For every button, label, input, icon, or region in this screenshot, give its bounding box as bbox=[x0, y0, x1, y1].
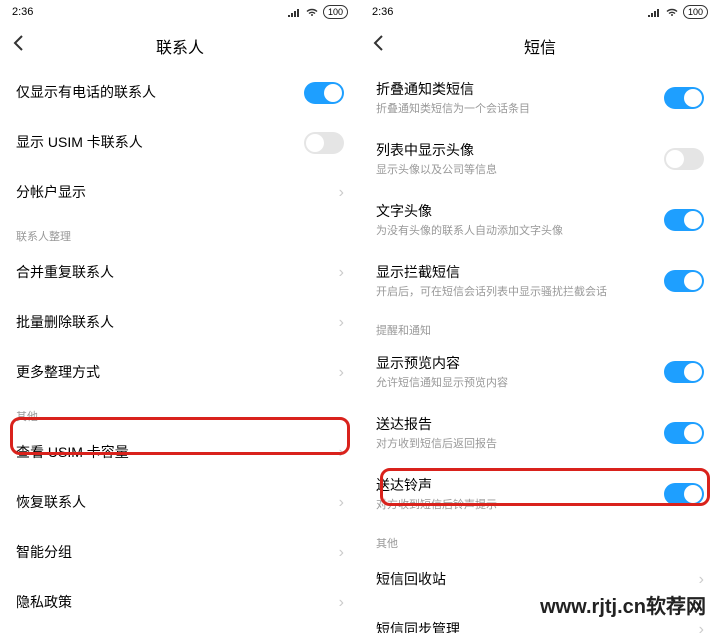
row-sublabel: 显示头像以及公司等信息 bbox=[376, 163, 664, 178]
toggle-delivery-sound[interactable] bbox=[664, 483, 704, 505]
section-header-other: 其他 bbox=[0, 398, 360, 428]
toggle-show-usim-contacts[interactable] bbox=[304, 132, 344, 154]
toggle-show-blocked-sms[interactable] bbox=[664, 270, 704, 292]
signal-icon bbox=[647, 7, 661, 17]
row-label: 短信回收站 bbox=[376, 570, 699, 590]
toggle-show-phone-contacts[interactable] bbox=[304, 82, 344, 104]
content-scroll[interactable]: 仅显示有电话的联系人 显示 USIM 卡联系人 分帐户显示 › 联系人整理 合并… bbox=[0, 68, 360, 633]
chevron-right-icon: › bbox=[339, 364, 344, 382]
wifi-icon bbox=[665, 7, 679, 17]
page-title: 短信 bbox=[372, 34, 708, 58]
row-label: 更多整理方式 bbox=[16, 363, 339, 383]
toggle-fold-notifications[interactable] bbox=[664, 87, 704, 109]
page-title: 联系人 bbox=[12, 34, 348, 58]
row-privacy-policy[interactable]: 隐私政策 › bbox=[0, 578, 360, 628]
chevron-right-icon: › bbox=[339, 444, 344, 462]
row-restore-contacts[interactable]: 恢复联系人 › bbox=[0, 478, 360, 528]
chevron-right-icon: › bbox=[339, 314, 344, 332]
toggle-delivery-report[interactable] bbox=[664, 422, 704, 444]
status-bar: 2:36 100 bbox=[360, 0, 720, 24]
row-sms-recycle-bin[interactable]: 短信回收站 › bbox=[360, 555, 720, 605]
row-label: 智能分组 bbox=[16, 543, 339, 563]
section-header-other: 其他 bbox=[360, 525, 720, 555]
row-show-blocked-sms[interactable]: 显示拦截短信 开启后，可在短信会话列表中显示骚扰拦截会话 bbox=[360, 251, 720, 312]
toggle-preview-content[interactable] bbox=[664, 361, 704, 383]
row-yellow-pages[interactable]: 联系人显示黄页入口 关闭黄页标签后，黄页功能将无法正常使用 bbox=[0, 628, 360, 633]
chevron-right-icon: › bbox=[339, 544, 344, 562]
toggle-text-avatars[interactable] bbox=[664, 209, 704, 231]
section-header-notifications: 提醒和通知 bbox=[360, 312, 720, 342]
row-sublabel: 允许短信通知显示预览内容 bbox=[376, 376, 664, 391]
status-time: 2:36 bbox=[12, 6, 33, 18]
nav-bar: 联系人 bbox=[0, 24, 360, 68]
row-more-organize[interactable]: 更多整理方式 › bbox=[0, 348, 360, 398]
row-preview-content[interactable]: 显示预览内容 允许短信通知显示预览内容 bbox=[360, 342, 720, 403]
chevron-right-icon: › bbox=[339, 184, 344, 202]
row-show-phone-contacts[interactable]: 仅显示有电话的联系人 bbox=[0, 68, 360, 118]
row-display-by-account[interactable]: 分帐户显示 › bbox=[0, 168, 360, 218]
chevron-right-icon: › bbox=[699, 571, 704, 589]
row-merge-duplicates[interactable]: 合并重复联系人 › bbox=[0, 248, 360, 298]
row-usim-capacity[interactable]: 查看 USIM 卡容量 › bbox=[0, 428, 360, 478]
chevron-right-icon: › bbox=[339, 494, 344, 512]
sms-screen: 2:36 100 短信 折叠通知类短信 折叠通知类短信为一个会话条目 bbox=[360, 0, 720, 633]
back-button[interactable] bbox=[372, 34, 384, 58]
contacts-screen: 2:36 100 联系人 仅显示有电话的联系人 显 bbox=[0, 0, 360, 633]
toggle-show-avatars[interactable] bbox=[664, 148, 704, 170]
nav-bar: 短信 bbox=[360, 24, 720, 68]
row-text-avatars[interactable]: 文字头像 为没有头像的联系人自动添加文字头像 bbox=[360, 190, 720, 251]
row-label: 显示 USIM 卡联系人 bbox=[16, 133, 304, 153]
row-label: 列表中显示头像 bbox=[376, 141, 664, 161]
row-sublabel: 对方收到短信后返回报告 bbox=[376, 437, 664, 452]
row-label: 折叠通知类短信 bbox=[376, 80, 664, 100]
row-show-usim-contacts[interactable]: 显示 USIM 卡联系人 bbox=[0, 118, 360, 168]
row-show-avatars[interactable]: 列表中显示头像 显示头像以及公司等信息 bbox=[360, 129, 720, 190]
row-sublabel: 折叠通知类短信为一个会话条目 bbox=[376, 102, 664, 117]
status-bar: 2:36 100 bbox=[0, 0, 360, 24]
chevron-right-icon: › bbox=[339, 264, 344, 282]
row-label: 批量删除联系人 bbox=[16, 313, 339, 333]
row-batch-delete[interactable]: 批量删除联系人 › bbox=[0, 298, 360, 348]
chevron-right-icon: › bbox=[339, 594, 344, 612]
content-scroll[interactable]: 折叠通知类短信 折叠通知类短信为一个会话条目 列表中显示头像 显示头像以及公司等… bbox=[360, 68, 720, 633]
row-label: 分帐户显示 bbox=[16, 183, 339, 203]
status-right: 100 bbox=[287, 5, 348, 19]
row-sms-sync[interactable]: 短信同步管理 › bbox=[360, 605, 720, 633]
row-label: 恢复联系人 bbox=[16, 493, 339, 513]
row-delivery-sound[interactable]: 送达铃声 对方收到短信后铃声提示 bbox=[360, 464, 720, 525]
row-label: 显示拦截短信 bbox=[376, 263, 664, 283]
signal-icon bbox=[287, 7, 301, 17]
row-label: 隐私政策 bbox=[16, 593, 339, 613]
row-label: 合并重复联系人 bbox=[16, 263, 339, 283]
status-right: 100 bbox=[647, 5, 708, 19]
battery-icon: 100 bbox=[323, 5, 348, 19]
row-sublabel: 为没有头像的联系人自动添加文字头像 bbox=[376, 224, 664, 239]
row-delivery-report[interactable]: 送达报告 对方收到短信后返回报告 bbox=[360, 403, 720, 464]
row-label: 送达报告 bbox=[376, 415, 664, 435]
back-button[interactable] bbox=[12, 34, 24, 58]
wifi-icon bbox=[305, 7, 319, 17]
row-label: 查看 USIM 卡容量 bbox=[16, 443, 339, 463]
row-sublabel: 开启后，可在短信会话列表中显示骚扰拦截会话 bbox=[376, 285, 664, 300]
row-label: 显示预览内容 bbox=[376, 354, 664, 374]
status-time: 2:36 bbox=[372, 6, 393, 18]
section-header-organize: 联系人整理 bbox=[0, 218, 360, 248]
row-smart-groups[interactable]: 智能分组 › bbox=[0, 528, 360, 578]
row-label: 短信同步管理 bbox=[376, 620, 699, 633]
row-label: 文字头像 bbox=[376, 202, 664, 222]
chevron-right-icon: › bbox=[699, 621, 704, 633]
battery-icon: 100 bbox=[683, 5, 708, 19]
row-label: 送达铃声 bbox=[376, 476, 664, 496]
row-label: 仅显示有电话的联系人 bbox=[16, 83, 304, 103]
row-sublabel: 对方收到短信后铃声提示 bbox=[376, 498, 664, 513]
row-fold-notifications[interactable]: 折叠通知类短信 折叠通知类短信为一个会话条目 bbox=[360, 68, 720, 129]
